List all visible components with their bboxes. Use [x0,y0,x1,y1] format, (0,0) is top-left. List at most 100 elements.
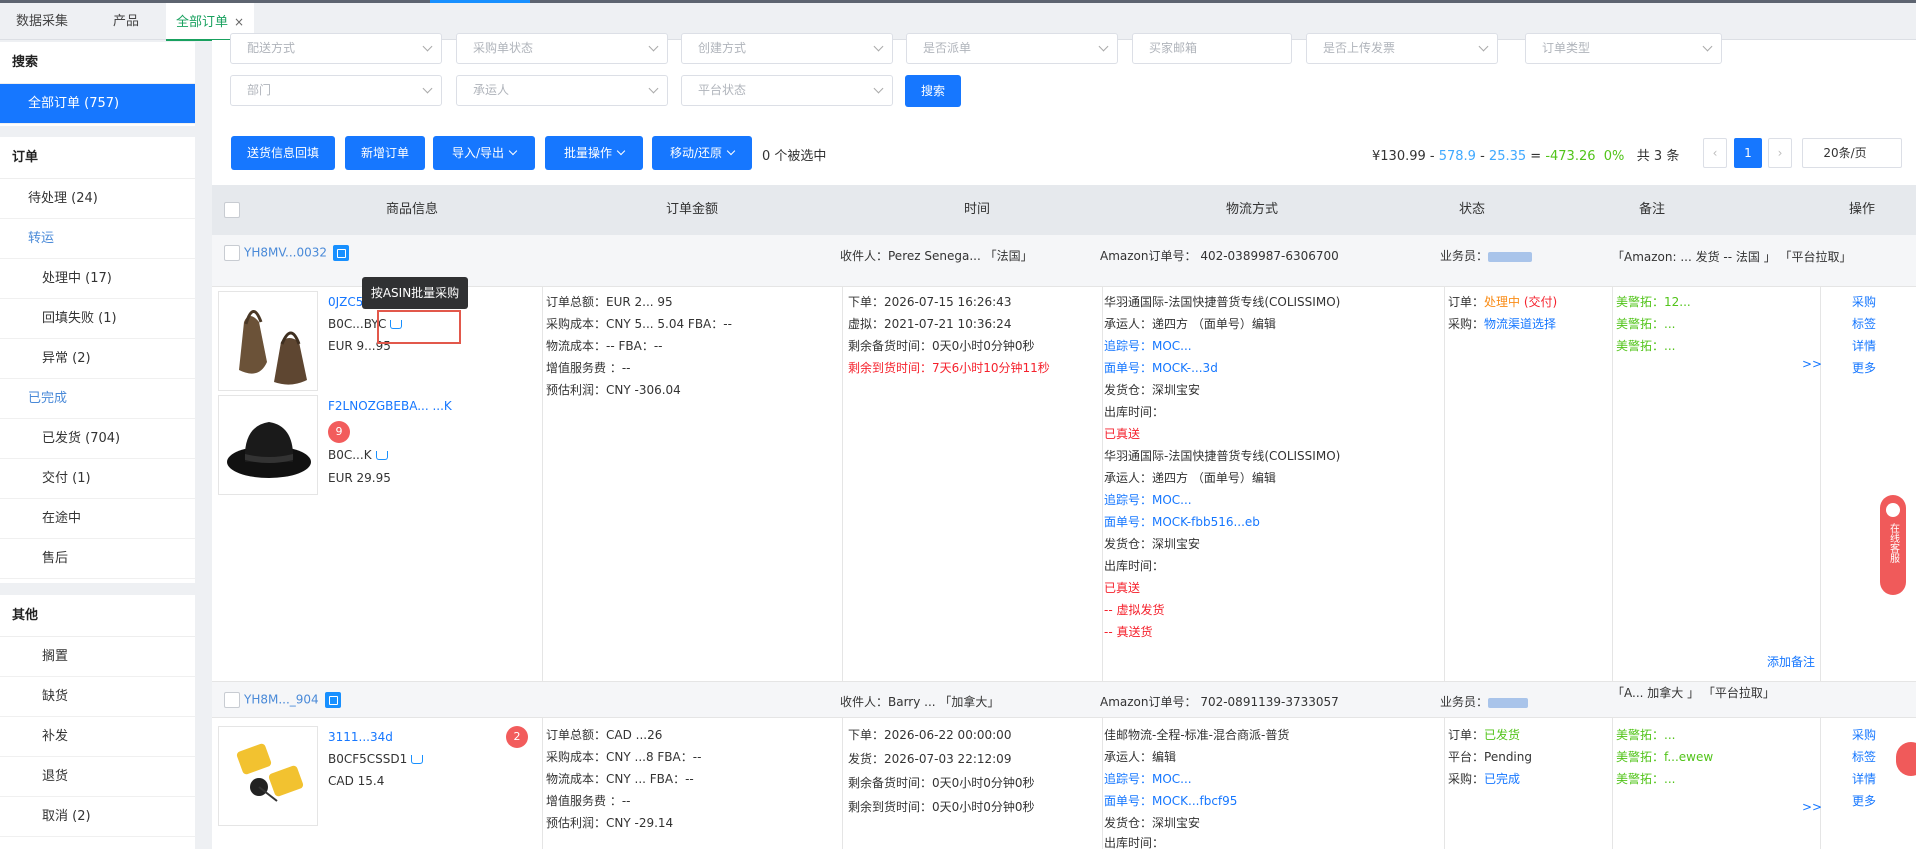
status-order-label: 订单： [1448,295,1485,309]
sidebar-item-transfer[interactable]: 转运 [0,219,195,259]
filter-order-type[interactable]: 订单类型 [1525,33,1722,64]
logistics-label[interactable]: 面单号：MOCK-fbb516...eb [1104,513,1260,530]
status-purchase-label: 采购： [1448,772,1485,786]
action-purchase[interactable]: 采购 [1852,293,1876,315]
logistics-tracking[interactable]: 追踪号：MOC... [1104,337,1192,354]
close-icon[interactable]: × [234,15,244,29]
sidebar-item-cancelled[interactable]: 取消 (2) [0,797,195,837]
chat-icon [1886,503,1900,517]
batch-operation-button[interactable]: 批量操作 [545,136,643,170]
chat-bubble-icon[interactable] [1896,742,1916,776]
logistics-channel: 华羽通国际-法国快捷普货专线(COLISSIMO) [1104,449,1341,463]
product-image-bag[interactable] [218,291,318,391]
import-export-button[interactable]: 导入/导出 [433,136,535,170]
sidebar-item-return[interactable]: 退货 [0,757,195,797]
action-more[interactable]: 更多 [1852,792,1876,814]
logistics-state: 已真送 [1104,427,1141,441]
summary-count: 共 3 条 [1636,149,1680,164]
expand-more-link[interactable]: >> [1802,357,1822,371]
sidebar-item-in-transit[interactable]: 在途中 [0,499,195,539]
next-page-button[interactable]: › [1768,138,1792,168]
status-platform-value: Pending [1484,750,1532,764]
action-label[interactable]: 标签 [1852,748,1876,770]
cart-icon[interactable] [411,755,424,764]
cart-icon[interactable] [375,451,388,460]
logistics-label[interactable]: 面单号：MOCK...fbcf95 [1104,792,1237,809]
divider [1444,718,1445,849]
add-note-link[interactable]: 添加备注 [1767,653,1815,670]
order-remark: 「A... 加拿大 」 「平台拉取」 [1612,686,1775,700]
action-more[interactable]: 更多 [1852,359,1876,381]
status-purchase-value[interactable]: 物流渠道选择 [1484,317,1556,331]
backfill-shipping-button[interactable]: 送货信息回填 [231,136,335,170]
add-order-button[interactable]: 新增订单 [345,136,425,170]
sidebar-item-pending[interactable]: 待处理 (24) [0,179,195,219]
remark-line: 美警拓：f...ewew [1616,750,1714,764]
sidebar-item-reship[interactable]: 补发 [0,717,195,757]
order-checkbox[interactable] [224,245,240,261]
filter-shipping-method[interactable]: 配送方式 [230,33,442,64]
status-purchase-value[interactable]: 已完成 [1484,772,1520,786]
order-number[interactable]: YH8M..._904 [244,692,341,708]
logistics-virtual-ship: -- 虚拟发货 [1104,603,1165,617]
tab-products[interactable]: 产品 [113,3,139,40]
filter-create-method[interactable]: 创建方式 [681,33,893,64]
batch-operation-label: 批量操作 [563,146,612,160]
sidebar-item-out-of-stock[interactable]: 缺货 [0,677,195,717]
order-number-text: YH8MV...0032 [244,245,327,260]
col-remark: 备注 [1638,202,1665,217]
copy-icon[interactable] [324,692,341,708]
filter-purchase-status[interactable]: 采购单状态 [456,33,668,64]
online-service-widget[interactable]: 在线客服 [1880,495,1906,595]
product-title[interactable]: 3111...34d [328,730,393,744]
product-image-accessory[interactable] [218,726,318,826]
sidebar-item-on-hold[interactable]: 搁置 [0,637,195,677]
sidebar-item-all-orders[interactable]: 全部订单 (757) [0,84,195,124]
sidebar-item-exception[interactable]: 异常 (2) [0,339,195,379]
product-image-hat[interactable] [218,395,318,495]
sidebar-item-processing[interactable]: 处理中 (17) [0,259,195,299]
order-number[interactable]: YH8MV...0032 [244,245,349,261]
time-ordered: 下单：2026-07-15 16:26:43 [848,295,1012,309]
action-purchase[interactable]: 采购 [1852,726,1876,748]
search-button[interactable]: 搜索 [905,75,961,107]
product-sku-text: B0CF5CSSD1 [328,752,408,766]
blurred-value [1488,251,1533,262]
logistics-label[interactable]: 面单号：MOCK-...3d [1104,359,1218,376]
page-size-select[interactable]: 20条/页 [1802,138,1902,168]
filter-platform-status[interactable]: 平台状态 [681,75,893,106]
sidebar-item-delivered[interactable]: 交付 (1) [0,459,195,499]
page-1-button[interactable]: 1 [1734,138,1762,168]
action-detail[interactable]: 详情 [1852,770,1876,792]
salesman: 业务员： [1440,693,1529,710]
tab-data-collection[interactable]: 数据采集 [16,3,68,40]
filter-department[interactable]: 部门 [230,75,442,106]
logistics-tracking[interactable]: 追踪号：MOC... [1104,491,1192,508]
import-export-label: 导入/导出 [451,146,505,160]
filter-dispatched[interactable]: 是否派单 [906,33,1118,64]
highlight-box [377,310,461,344]
move-restore-button[interactable]: 移动/还原 [652,136,752,170]
filter-buyer-email[interactable]: 买家邮箱 [1132,33,1292,64]
divider [1612,287,1613,682]
copy-icon[interactable] [333,245,349,261]
action-label[interactable]: 标签 [1852,315,1876,337]
logistics-tracking[interactable]: 追踪号：MOC... [1104,770,1192,787]
product-title[interactable]: F2LNOZGBEBA... ...K [328,399,452,413]
filter-invoice-uploaded[interactable]: 是否上传发票 [1306,33,1498,64]
order-actions: 采购 标签 详情 更多 [1852,726,1876,814]
sidebar-item-backfill-failed[interactable]: 回填失败 (1) [0,299,195,339]
expand-more-link[interactable]: >> [1802,800,1822,814]
sidebar-item-completed[interactable]: 已完成 [0,379,195,419]
sidebar-item-shipped[interactable]: 已发货 (704) [0,419,195,459]
logistics-carrier: 承运人：递四方 （面单号）编辑 [1104,471,1276,485]
sidebar-item-after-sales[interactable]: 售后 [0,539,195,579]
prev-page-button[interactable]: ‹ [1703,138,1727,168]
selected-count: 0 个被选中 [762,149,827,164]
action-detail[interactable]: 详情 [1852,337,1876,359]
filter-carrier[interactable]: 承运人 [456,75,668,106]
summary-line: ¥130.99 - 578.9 - 25.35 = -473.26 0% 共 3… [1372,149,1680,164]
select-all-checkbox[interactable] [224,202,240,218]
order-checkbox[interactable] [224,692,240,708]
divider [1612,718,1613,849]
